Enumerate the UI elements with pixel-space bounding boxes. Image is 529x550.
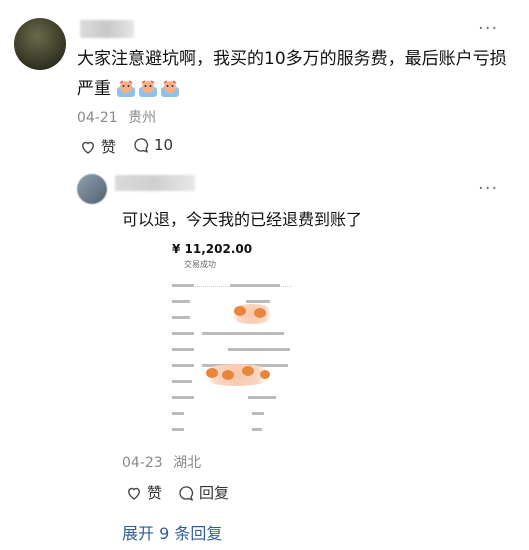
sticker-fruit (242, 366, 254, 376)
receipt-rows (172, 282, 292, 432)
reply-username[interactable] (115, 175, 195, 191)
sticker-fruit (234, 306, 246, 316)
sticker-fruit (260, 370, 270, 379)
reply-date: 04-23 (122, 455, 163, 471)
like-button[interactable]: 赞 (79, 136, 116, 157)
emoji-icon (117, 80, 136, 97)
emoji-group (111, 79, 182, 99)
receipt-image[interactable]: ¥ 11,202.00 交易成功 (172, 238, 292, 436)
sticker-fruit (206, 368, 218, 378)
reply-more-options-icon[interactable]: ··· (478, 178, 498, 199)
reply-meta: 04-23 湖北 (122, 452, 201, 472)
comment-bubble-icon (179, 485, 194, 501)
comment-text: 大家注意避坑啊，我买的10多万的服务费，最后账户亏损严重 (77, 49, 507, 99)
comment-date: 04-21 (77, 110, 118, 126)
emoji-icon (139, 80, 158, 97)
avatar[interactable] (14, 18, 66, 70)
more-options-icon[interactable]: ··· (478, 18, 498, 39)
reply-like-button[interactable]: 赞 (125, 482, 162, 503)
receipt-rows-graphic (172, 284, 290, 431)
sticker-fruit (222, 370, 234, 380)
reply-text: 可以退，今天我的已经退费到账了 (122, 210, 363, 229)
reply-avatar[interactable] (77, 174, 107, 204)
sticker-fruit (254, 308, 266, 318)
reply-count-button[interactable]: 10 (132, 136, 173, 154)
heart-icon (128, 487, 140, 500)
comment-meta: 04-21 贵州 (77, 107, 156, 127)
heart-icon (82, 141, 94, 154)
receipt-status: 交易成功 (184, 260, 216, 269)
emoji-icon (161, 80, 180, 97)
expand-replies-link[interactable]: 展开 9 条回复 (122, 520, 222, 544)
comment-location: 贵州 (128, 110, 157, 126)
reply-reply-button[interactable]: 回复 (177, 482, 229, 503)
username[interactable] (80, 20, 134, 38)
reply-location: 湖北 (173, 455, 202, 471)
comment-bubble-icon (134, 138, 149, 153)
receipt-amount: ¥ 11,202.00 (172, 242, 253, 256)
